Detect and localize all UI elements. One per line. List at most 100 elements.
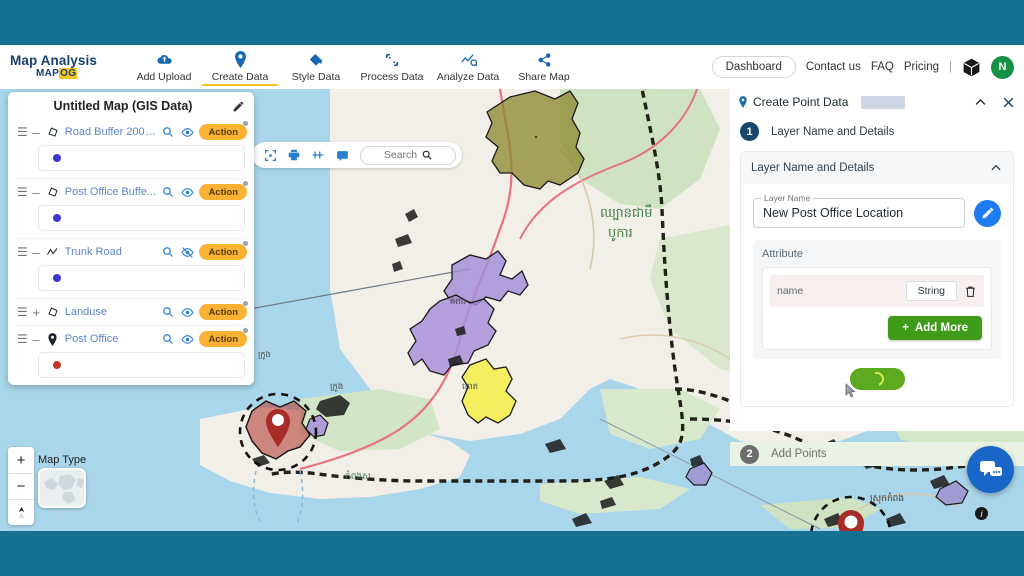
cube-icon[interactable] (962, 58, 981, 77)
attribute-list: name String + Add More (762, 267, 992, 350)
visibility-icon[interactable] (180, 333, 194, 346)
layer-row[interactable]: ☰ – Trunk Road Action (8, 239, 254, 265)
chevron-up-icon[interactable] (989, 161, 1003, 175)
layer-row[interactable]: ☰ + Landuse Action (8, 299, 254, 325)
layer-row[interactable]: ☰ – Road Buffer 200 ... Action (8, 119, 254, 145)
polygon-icon (46, 306, 60, 318)
drag-handle-icon[interactable]: ☰ (17, 332, 28, 346)
layer-name[interactable]: Road Buffer 200 ... (65, 126, 157, 138)
search-placeholder: Search (383, 149, 418, 161)
nav-label: Process Data (360, 70, 424, 83)
map-type-switcher[interactable]: Map Type (38, 454, 86, 508)
trash-icon[interactable] (964, 285, 977, 298)
zoom-to-layer-icon[interactable] (161, 306, 175, 318)
dashboard-button[interactable]: Dashboard (711, 56, 796, 78)
measure-icon[interactable] (306, 143, 330, 167)
layer-style-swatch[interactable] (38, 205, 245, 231)
polygon-icon (46, 186, 60, 198)
nav-style-data[interactable]: Style Data (278, 49, 354, 83)
card-header[interactable]: Layer Name and Details (741, 152, 1013, 184)
print-icon[interactable] (282, 143, 306, 167)
faq-link[interactable]: FAQ (871, 61, 894, 73)
window-top-bar (0, 0, 1024, 45)
zoom-out-button[interactable]: − (8, 473, 34, 499)
nav-analyze-data[interactable]: Analyze Data (430, 49, 506, 83)
layer-name[interactable]: Trunk Road (65, 246, 157, 258)
comment-icon[interactable] (330, 143, 354, 167)
layer-row[interactable]: ☰ – Post Office Action (8, 326, 254, 352)
compass-icon[interactable] (8, 499, 34, 525)
panel-header: Create Point Data (730, 89, 1024, 115)
zoom-to-layer-icon[interactable] (161, 333, 175, 345)
brand-logo[interactable]: Map Analysis MAPOG (10, 54, 114, 80)
attribute-name[interactable]: name (777, 285, 899, 297)
brand-title: Map Analysis (10, 53, 97, 68)
map-label-area-mid: កំពង (450, 295, 466, 307)
nav-share-map[interactable]: Share Map (506, 49, 582, 83)
layer-style-swatch[interactable] (38, 145, 245, 171)
zoom-to-layer-icon[interactable] (161, 186, 175, 198)
expand-toggle[interactable]: – (32, 245, 41, 260)
main-nav: Add Upload Create Data Style Data Proces… (126, 49, 582, 86)
panel-title: Create Point Data (753, 95, 849, 109)
fit-bounds-icon[interactable] (258, 143, 282, 167)
map-toolbar[interactable]: Search (252, 142, 462, 168)
zoom-in-button[interactable]: + (8, 447, 34, 473)
layer-style-swatch[interactable] (38, 265, 245, 291)
drag-handle-icon[interactable]: ☰ (17, 245, 28, 259)
expand-toggle[interactable]: – (32, 332, 41, 347)
map-type-thumbnail[interactable] (38, 468, 86, 508)
step-1-header[interactable]: 1 Layer Name and Details (730, 115, 1024, 148)
layer-action-button[interactable]: Action (199, 121, 248, 140)
visibility-off-icon[interactable] (180, 246, 194, 259)
drag-handle-icon[interactable]: ☰ (17, 185, 28, 199)
expand-toggle[interactable]: + (32, 305, 41, 320)
search-input[interactable]: Search (360, 145, 456, 165)
visibility-icon[interactable] (180, 126, 194, 139)
contact-us-link[interactable]: Contact us (806, 61, 861, 73)
expand-toggle[interactable]: – (32, 185, 41, 200)
layer-name-label: Layer Name (761, 193, 814, 203)
layer-action-button[interactable]: Action (199, 301, 248, 320)
submit-button[interactable] (849, 368, 905, 390)
nav-add-upload[interactable]: Add Upload (126, 49, 202, 83)
pricing-link[interactable]: Pricing (904, 61, 939, 73)
expand-toggle[interactable]: – (32, 125, 41, 140)
visibility-icon[interactable] (180, 306, 194, 319)
pencil-icon[interactable] (230, 98, 246, 114)
visibility-icon[interactable] (180, 186, 194, 199)
map-label-green-area: កំពងស (345, 470, 371, 482)
nav-label: Add Upload (136, 70, 192, 83)
layer-action-button[interactable]: Action (199, 181, 248, 200)
chat-bubble-icon[interactable] (967, 446, 1014, 493)
layer-name-input[interactable]: Layer Name New Post Office Location (753, 193, 965, 228)
close-icon[interactable] (1001, 95, 1016, 110)
swatch-dot (53, 214, 61, 222)
layer-name[interactable]: Post Office Buffe... (65, 186, 157, 198)
card-title: Layer Name and Details (751, 162, 875, 174)
layer-row[interactable]: ☰ – Post Office Buffe... Action (8, 179, 254, 205)
nav-create-data[interactable]: Create Data (202, 49, 278, 86)
layer-name-field-group: Layer Name New Post Office Location (753, 193, 1001, 228)
layer-action-button[interactable]: Action (199, 328, 248, 347)
panel-placeholder-chip (861, 95, 906, 109)
chevron-up-icon[interactable] (973, 95, 988, 110)
drag-handle-icon[interactable]: ☰ (17, 305, 28, 319)
layer-name[interactable]: Landuse (65, 306, 157, 318)
zoom-to-layer-icon[interactable] (161, 246, 175, 258)
layer-name[interactable]: Post Office (65, 333, 157, 345)
drag-handle-icon[interactable]: ☰ (17, 125, 28, 139)
add-more-button[interactable]: + Add More (888, 316, 982, 340)
map-zoom-controls[interactable]: + − (8, 447, 34, 525)
avatar[interactable]: N (991, 55, 1014, 79)
zoom-to-layer-icon[interactable] (161, 126, 175, 138)
nav-process-data[interactable]: Process Data (354, 49, 430, 83)
pencil-circle-icon[interactable] (974, 199, 1001, 227)
search-icon (422, 150, 432, 160)
brand-subtitle: MAPOG (10, 68, 114, 80)
layer-action-button[interactable]: Action (199, 241, 248, 260)
attribute-type-select[interactable]: String (905, 281, 957, 301)
layer-style-swatch[interactable] (38, 352, 245, 378)
analytics-icon (430, 51, 506, 69)
attribute-row[interactable]: name String (770, 275, 984, 307)
